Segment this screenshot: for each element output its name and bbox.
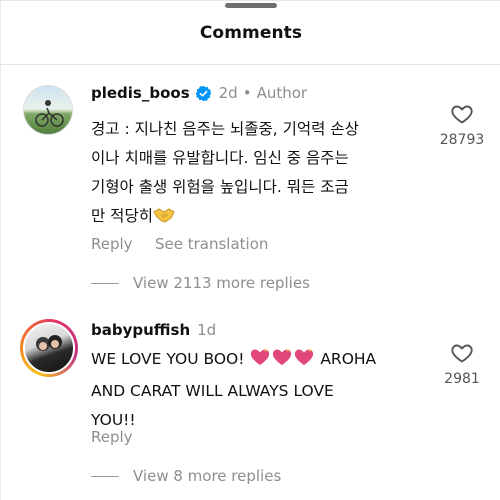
sheet-title: Comments: [199, 23, 303, 43]
comment-line-first: WE LOVE YOU BOO! AROHA: [91, 345, 376, 377]
view-replies-line: [91, 475, 119, 477]
comment-line: WE LOVE YOU BOO!: [91, 350, 245, 368]
like-count: 2981: [444, 371, 480, 387]
comment-text: WE LOVE YOU BOO! AROHA AND CARAT WILL AL…: [91, 345, 376, 435]
comment-line: AND CARAT WILL ALWAYS LOVE: [91, 382, 334, 400]
comment-time: 1d: [197, 321, 217, 339]
comment-line: YOU!!: [91, 411, 136, 429]
username[interactable]: babypuffish: [91, 321, 190, 339]
view-more-replies-button[interactable]: View 8 more replies: [91, 467, 281, 485]
see-translation-button[interactable]: See translation: [155, 235, 268, 253]
comment-text: 경고 : 지나친 음주는 뇌졸중, 기억력 손상 이나 치매를 유발합니다. 임…: [91, 115, 359, 234]
separator-dot: •: [242, 84, 252, 102]
comment-line: 기형아 출생 위험을 높입니다. 뭐든 조금: [91, 178, 349, 196]
avatar-photo: [35, 100, 64, 127]
handshake-emoji: [153, 205, 175, 234]
username[interactable]: pledis_boos: [91, 84, 190, 102]
view-replies-label: View 2113 more replies: [133, 274, 310, 292]
comment-line-last: 만 적당히: [91, 202, 359, 234]
comment-meta: pledis_boos 2d • Author: [91, 84, 307, 102]
reply-button[interactable]: Reply: [91, 235, 133, 253]
comment-line: AROHA: [320, 350, 377, 368]
sparkling-heart-emoji: [293, 347, 315, 377]
heart-outline-icon: [451, 105, 473, 124]
comment-meta: babypuffish 1d: [91, 321, 216, 339]
view-replies-label: View 8 more replies: [133, 467, 282, 485]
like-button[interactable]: 28793: [432, 102, 492, 148]
comments-sheet: Comments pledis_boos 2d • Author 경고 : 지나…: [0, 0, 500, 500]
author-label: Author: [256, 84, 308, 102]
like-count: 28793: [439, 132, 485, 148]
view-more-replies-button[interactable]: View 2113 more replies: [91, 274, 310, 292]
comment-time: 2d: [218, 84, 238, 102]
avatar[interactable]: [23, 85, 73, 135]
view-replies-line: [91, 282, 119, 284]
sparkling-heart-emoji: [271, 347, 293, 377]
verified-badge-icon: [195, 85, 212, 102]
comment-line: 만 적당히: [91, 207, 153, 225]
heart-outline-icon: [451, 344, 473, 363]
sparkling-heart-emoji: [249, 347, 271, 377]
header-divider: [1, 64, 500, 65]
like-button[interactable]: 2981: [432, 341, 492, 387]
comment-line: 이나 치매를 유발합니다. 임신 중 음주는: [91, 149, 349, 167]
avatar-photo: [23, 322, 75, 374]
reply-button[interactable]: Reply: [91, 428, 133, 446]
comment-line: 경고 : 지나친 음주는 뇌졸중, 기억력 손상: [91, 120, 359, 138]
avatar[interactable]: [20, 319, 78, 377]
drag-handle[interactable]: [225, 3, 277, 8]
